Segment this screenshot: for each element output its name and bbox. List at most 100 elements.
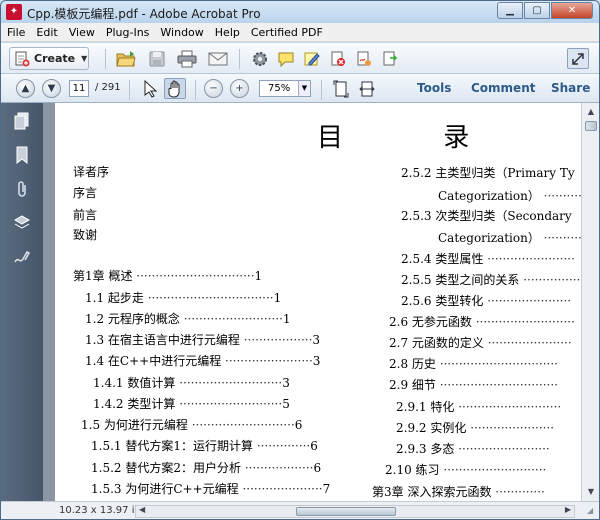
- menu-file[interactable]: File: [7, 26, 25, 39]
- tools-panel-link[interactable]: Tools: [417, 81, 451, 95]
- open-button[interactable]: [115, 48, 137, 69]
- toc-entry[interactable]: 1.5.1 替代方案1：运行期计算 ··············6: [91, 440, 318, 452]
- print-button[interactable]: [176, 48, 198, 69]
- toc-page-number: 1: [254, 269, 263, 283]
- toc-entry[interactable]: 2.9.1 特化 ···························: [396, 401, 561, 413]
- toc-page-number: 6: [313, 461, 322, 475]
- toc-page-number: 7: [322, 482, 331, 496]
- share-panel-link[interactable]: Share: [551, 81, 590, 95]
- menu-plug-ins[interactable]: Plug-Ins: [106, 26, 150, 39]
- fit-page-button[interactable]: [330, 78, 352, 99]
- toc-entry[interactable]: 2.8 历史 ·······························: [389, 358, 558, 370]
- maximize-button[interactable]: ▢: [524, 2, 550, 19]
- title-bar: ✦ Cpp.模板元编程.pdf - Adobe Acrobat Pro ▁ ▢ …: [1, 1, 599, 23]
- toc-entry[interactable]: 2.5.3 次类型归类（Secondary: [401, 210, 572, 222]
- toc-entry[interactable]: 序言: [73, 187, 97, 199]
- toc-entry[interactable]: 译者序: [73, 166, 109, 178]
- menu-view[interactable]: View: [69, 26, 95, 39]
- fit-width-button[interactable]: [356, 78, 378, 99]
- zoom-level-select[interactable]: 75% ▼: [259, 80, 311, 97]
- sign-button[interactable]: [353, 48, 375, 69]
- toc-page-number: 5: [282, 397, 290, 411]
- previous-page-button[interactable]: ▲: [16, 79, 35, 98]
- toc-entry-label: 1.3 在宿主语言中进行元编程: [85, 333, 240, 347]
- toc-entry[interactable]: 1.5 为何进行元编程 ···························6: [81, 419, 302, 431]
- expand-icon: [572, 52, 584, 65]
- chevron-down-icon[interactable]: ▼: [298, 81, 310, 96]
- layers-icon[interactable]: [12, 213, 32, 233]
- toc-entry[interactable]: 2.5.4 类型属性 ·······················: [401, 253, 575, 265]
- toc-entry-label: Categorization）: [438, 189, 540, 203]
- scrollbar-thumb[interactable]: [296, 507, 396, 516]
- email-button[interactable]: [207, 48, 229, 69]
- menu-certified-pdf[interactable]: Certified PDF: [251, 26, 323, 39]
- settings-button[interactable]: [249, 48, 271, 69]
- toc-entry-label: 1.5.2 替代方案2：用户分析: [91, 461, 241, 475]
- export-button[interactable]: [379, 48, 401, 69]
- toc-entry[interactable]: 2.10 练习 ···························: [385, 464, 546, 476]
- toc-entry[interactable]: 1.4.1 数值计算 ···························3: [93, 377, 290, 389]
- highlight-button[interactable]: [301, 48, 323, 69]
- toc-entry[interactable]: 1.4.2 类型计算 ···························5: [93, 398, 290, 410]
- toc-leader-dots: ·································: [147, 291, 274, 305]
- signatures-icon[interactable]: [12, 247, 32, 267]
- toc-entry[interactable]: 第1章 概述 ·······························1: [73, 270, 262, 282]
- save-button[interactable]: [146, 48, 168, 69]
- toc-leader-dots: ······················: [487, 294, 572, 308]
- toc-entry[interactable]: 2.6 无参元函数 ··························: [389, 316, 575, 328]
- toc-entry[interactable]: 2.9 细节 ·······························: [389, 379, 558, 391]
- toc-entry[interactable]: 第3章 深入探索元函数 ·············: [372, 486, 545, 498]
- comment-button[interactable]: [275, 48, 297, 69]
- toc-entry[interactable]: 2.5.5 类型之间的关系 ················: [401, 274, 583, 286]
- create-button[interactable]: Create ▼: [9, 47, 89, 70]
- menu-window[interactable]: Window: [160, 26, 203, 39]
- menu-edit[interactable]: Edit: [36, 26, 57, 39]
- zoom-in-button[interactable]: +: [230, 79, 249, 98]
- scroll-left-arrow[interactable]: ◀: [139, 505, 145, 514]
- toc-entry[interactable]: 1.1 起步走 ································…: [85, 292, 281, 304]
- toc-entry-label: 1.5.1 替代方案1：运行期计算: [91, 439, 253, 453]
- scroll-up-arrow[interactable]: ▲: [584, 105, 598, 119]
- minimize-button[interactable]: ▁: [497, 2, 523, 19]
- acrobat-app-icon[interactable]: ✦: [6, 4, 22, 20]
- document-area[interactable]: 目 录 译者序 序言 前言 致谢 第1章 概述 ················…: [43, 103, 583, 501]
- toc-page-number: 3: [312, 354, 321, 368]
- scroll-down-arrow[interactable]: ▼: [584, 485, 598, 499]
- toc-entry[interactable]: 前言: [73, 209, 97, 221]
- scroll-right-arrow[interactable]: ▶: [565, 505, 571, 514]
- toc-entry[interactable]: 2.9.2 实例化 ······················: [396, 422, 554, 434]
- toc-entry[interactable]: 2.5.6 类型转化 ······················: [401, 295, 571, 307]
- delete-button[interactable]: [327, 48, 349, 69]
- toc-entry[interactable]: 1.5.2 替代方案2：用户分析 ··················6: [91, 462, 321, 474]
- pdf-page: 目 录 译者序 序言 前言 致谢 第1章 概述 ················…: [55, 103, 583, 501]
- page-number-input[interactable]: 11: [69, 80, 89, 97]
- toc-entry-label: 2.10 练习: [385, 463, 440, 477]
- toc-entry[interactable]: 1.5.3 为何进行C++元编程 ·····················7: [91, 483, 330, 495]
- printer-icon: [177, 50, 197, 67]
- toc-entry[interactable]: 1.4 在C++中进行元编程 ·······················3: [85, 355, 320, 367]
- toc-entry[interactable]: 致谢: [73, 229, 97, 241]
- attachments-icon[interactable]: [12, 179, 32, 199]
- toc-entry[interactable]: 1.2 元程序的概念 ··························1: [85, 313, 291, 325]
- close-button[interactable]: ✕: [551, 2, 593, 19]
- select-tool-button[interactable]: [139, 78, 161, 99]
- toc-entry[interactable]: 2.9.3 多态 ························: [396, 443, 550, 455]
- next-page-button[interactable]: ▼: [42, 79, 61, 98]
- comment-panel-link[interactable]: Comment: [471, 81, 535, 95]
- page-thumbnails-icon[interactable]: [12, 111, 32, 131]
- toc-entry[interactable]: Categorization） ···············: [438, 232, 583, 244]
- expand-view-button[interactable]: [567, 48, 589, 69]
- resize-grip-icon[interactable]: ◢: [587, 506, 597, 516]
- menu-help[interactable]: Help: [215, 26, 240, 39]
- toc-entry[interactable]: Categorization） ···············: [438, 190, 583, 202]
- zoom-out-button[interactable]: −: [204, 79, 223, 98]
- toolbar-separator: [105, 49, 106, 69]
- vertical-scrollbar[interactable]: ▲ ▼: [581, 103, 599, 501]
- bookmarks-icon[interactable]: [12, 145, 32, 165]
- toc-entry[interactable]: 2.5.2 主类型归类（Primary Ty: [401, 167, 575, 179]
- toc-entry[interactable]: 2.7 元函数的定义 ······················: [389, 337, 572, 349]
- horizontal-scrollbar[interactable]: ◀ ▶: [135, 505, 575, 518]
- hand-tool-button[interactable]: [164, 78, 186, 99]
- toc-entry[interactable]: 1.3 在宿主语言中进行元编程 ··················3: [85, 334, 320, 346]
- scrollbar-thumb[interactable]: [585, 121, 597, 131]
